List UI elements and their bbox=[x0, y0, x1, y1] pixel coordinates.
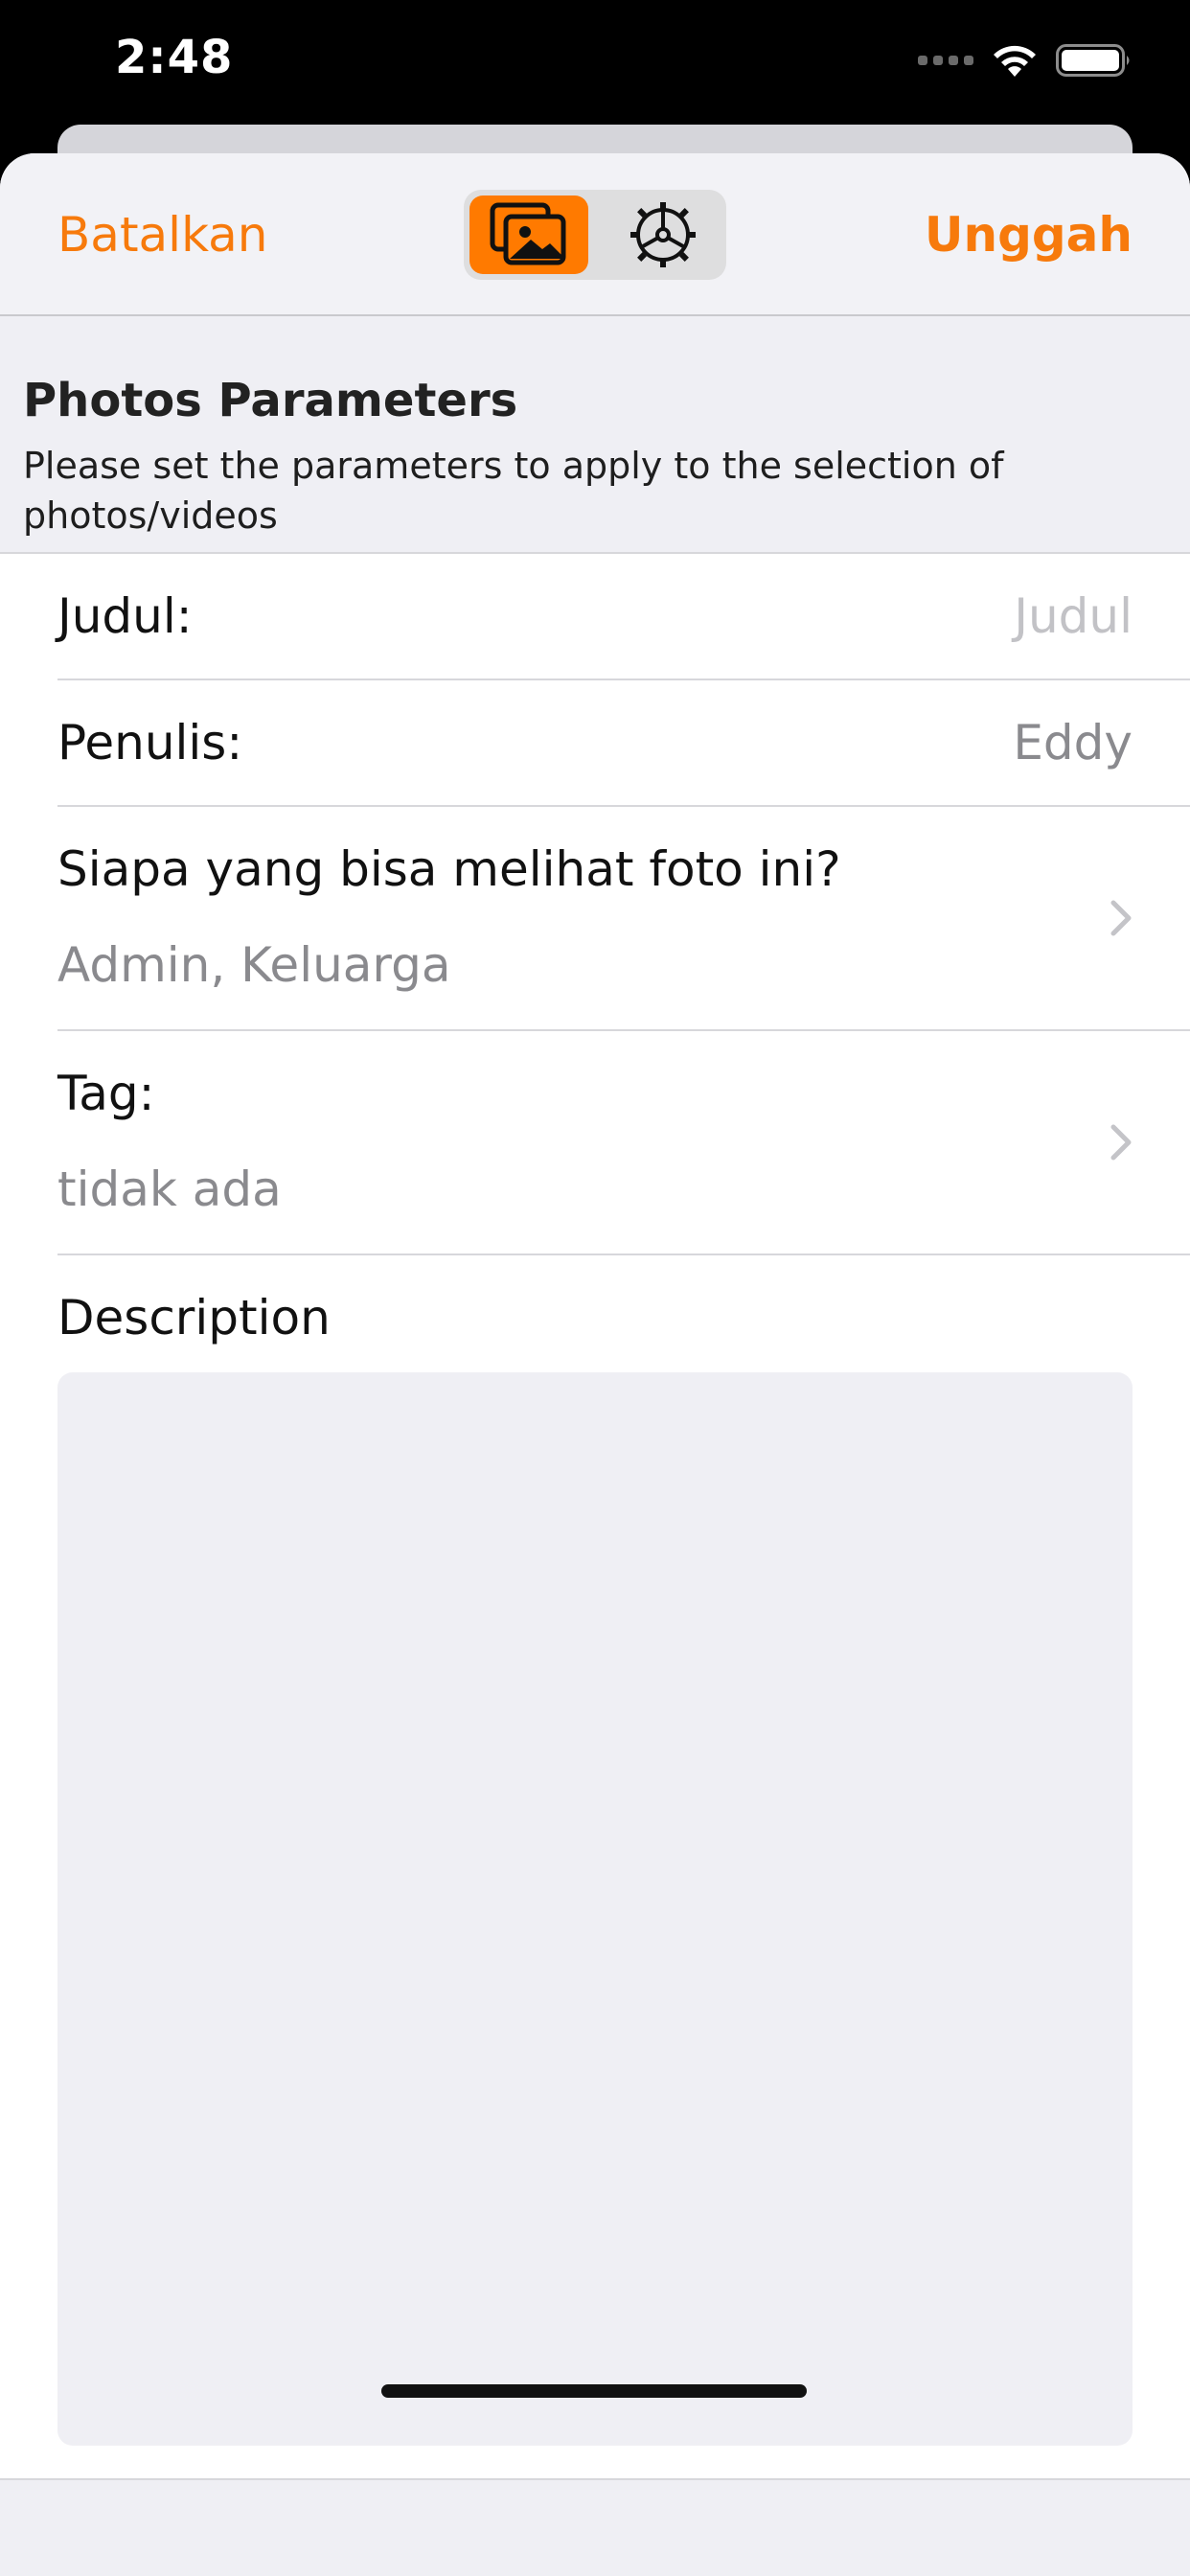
privacy-label: Siapa yang bisa melihat foto ini? bbox=[57, 841, 841, 897]
status-bar: 2:48 bbox=[0, 0, 1190, 125]
gear-icon bbox=[630, 202, 696, 267]
wifi-icon bbox=[994, 45, 1036, 77]
section-header: Photos Parameters Please set the paramet… bbox=[23, 374, 1173, 540]
chevron-right-icon bbox=[1110, 900, 1132, 936]
tags-value: tidak ada bbox=[57, 1162, 282, 1217]
author-row[interactable]: Penulis: Eddy bbox=[57, 680, 1190, 807]
tags-label: Tag: bbox=[57, 1066, 155, 1121]
description-label: Description bbox=[57, 1290, 331, 1346]
chevron-right-icon bbox=[1110, 1124, 1132, 1161]
upload-parameters-sheet: Batalkan Unggah Photos Parameters Please… bbox=[0, 153, 1190, 2576]
privacy-value: Admin, Keluarga bbox=[57, 937, 451, 993]
title-row[interactable]: Judul: Judul bbox=[57, 554, 1190, 680]
photos-icon bbox=[490, 202, 566, 265]
section-description: Please set the parameters to apply to th… bbox=[23, 445, 1004, 537]
author-input[interactable]: Eddy bbox=[1013, 715, 1133, 770]
segment-photos[interactable] bbox=[469, 196, 588, 274]
status-icons bbox=[918, 42, 1133, 79]
description-textarea[interactable] bbox=[57, 1372, 1133, 2446]
title-label: Judul: bbox=[57, 588, 193, 644]
segment-settings[interactable] bbox=[606, 196, 721, 274]
title-input[interactable]: Judul bbox=[1014, 588, 1133, 644]
home-indicator[interactable] bbox=[381, 2384, 807, 2398]
privacy-row[interactable]: Siapa yang bisa melihat foto ini? Admin,… bbox=[57, 807, 1190, 1031]
cancel-button[interactable]: Batalkan bbox=[57, 207, 267, 263]
mode-segmented-control bbox=[464, 190, 726, 280]
tags-row[interactable]: Tag: tidak ada bbox=[57, 1031, 1190, 1255]
sheet-footer bbox=[0, 2480, 1190, 2576]
upload-button[interactable]: Unggah bbox=[925, 207, 1133, 263]
cellular-signal-icon bbox=[918, 56, 973, 65]
section-title: Photos Parameters bbox=[23, 374, 518, 427]
status-time: 2:48 bbox=[115, 31, 234, 84]
battery-icon bbox=[1056, 44, 1130, 77]
navigation-bar: Batalkan Unggah bbox=[0, 153, 1190, 316]
author-label: Penulis: bbox=[57, 715, 243, 770]
